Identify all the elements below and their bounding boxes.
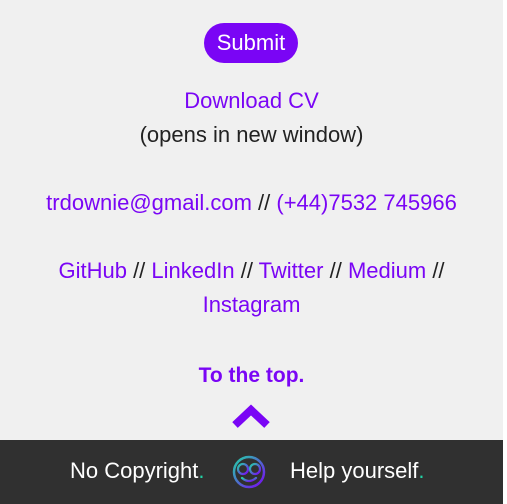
contact-row: trdownie@gmail.com // (+44)7532 745966 [0,189,503,217]
footer-copyright: No Copyright. [70,458,205,483]
social-separator: // [329,258,348,283]
download-cv-row: Download CV [0,87,503,115]
twitter-link[interactable]: Twitter [259,258,324,283]
smiling-face-with-glasses-icon [232,455,266,489]
linkedin-link[interactable]: LinkedIn [151,258,234,283]
social-links-row: GitHub // LinkedIn // Twitter // Medium … [0,257,503,285]
social-separator: // [240,258,259,283]
social-separator: // [432,258,445,283]
email-link[interactable]: trdownie@gmail.com [46,190,252,215]
instagram-link[interactable]: Instagram [203,292,301,317]
medium-link[interactable]: Medium [348,258,426,283]
phone-link[interactable]: (+44)7532 745966 [276,190,456,215]
download-cv-link[interactable]: Download CV [184,88,319,113]
to-top-link[interactable]: To the top. [199,364,305,387]
contact-separator: // [258,190,277,215]
social-links-row-2: Instagram [0,291,503,319]
page-content: Submit Download CV (opens in new window)… [0,0,503,440]
footer-dot: . [418,458,425,483]
footer-help: Help yourself. [290,458,425,483]
submit-button[interactable]: Submit [204,23,298,63]
footer: No Copyright. Help yourself. [0,440,503,504]
footer-dot: . [198,458,205,483]
download-cv-note: (opens in new window) [139,122,364,147]
right-gutter [503,0,507,504]
github-link[interactable]: GitHub [58,258,126,283]
social-separator: // [133,258,152,283]
chevron-up-icon[interactable] [230,402,272,430]
to-top-row: To the top. [0,361,503,390]
